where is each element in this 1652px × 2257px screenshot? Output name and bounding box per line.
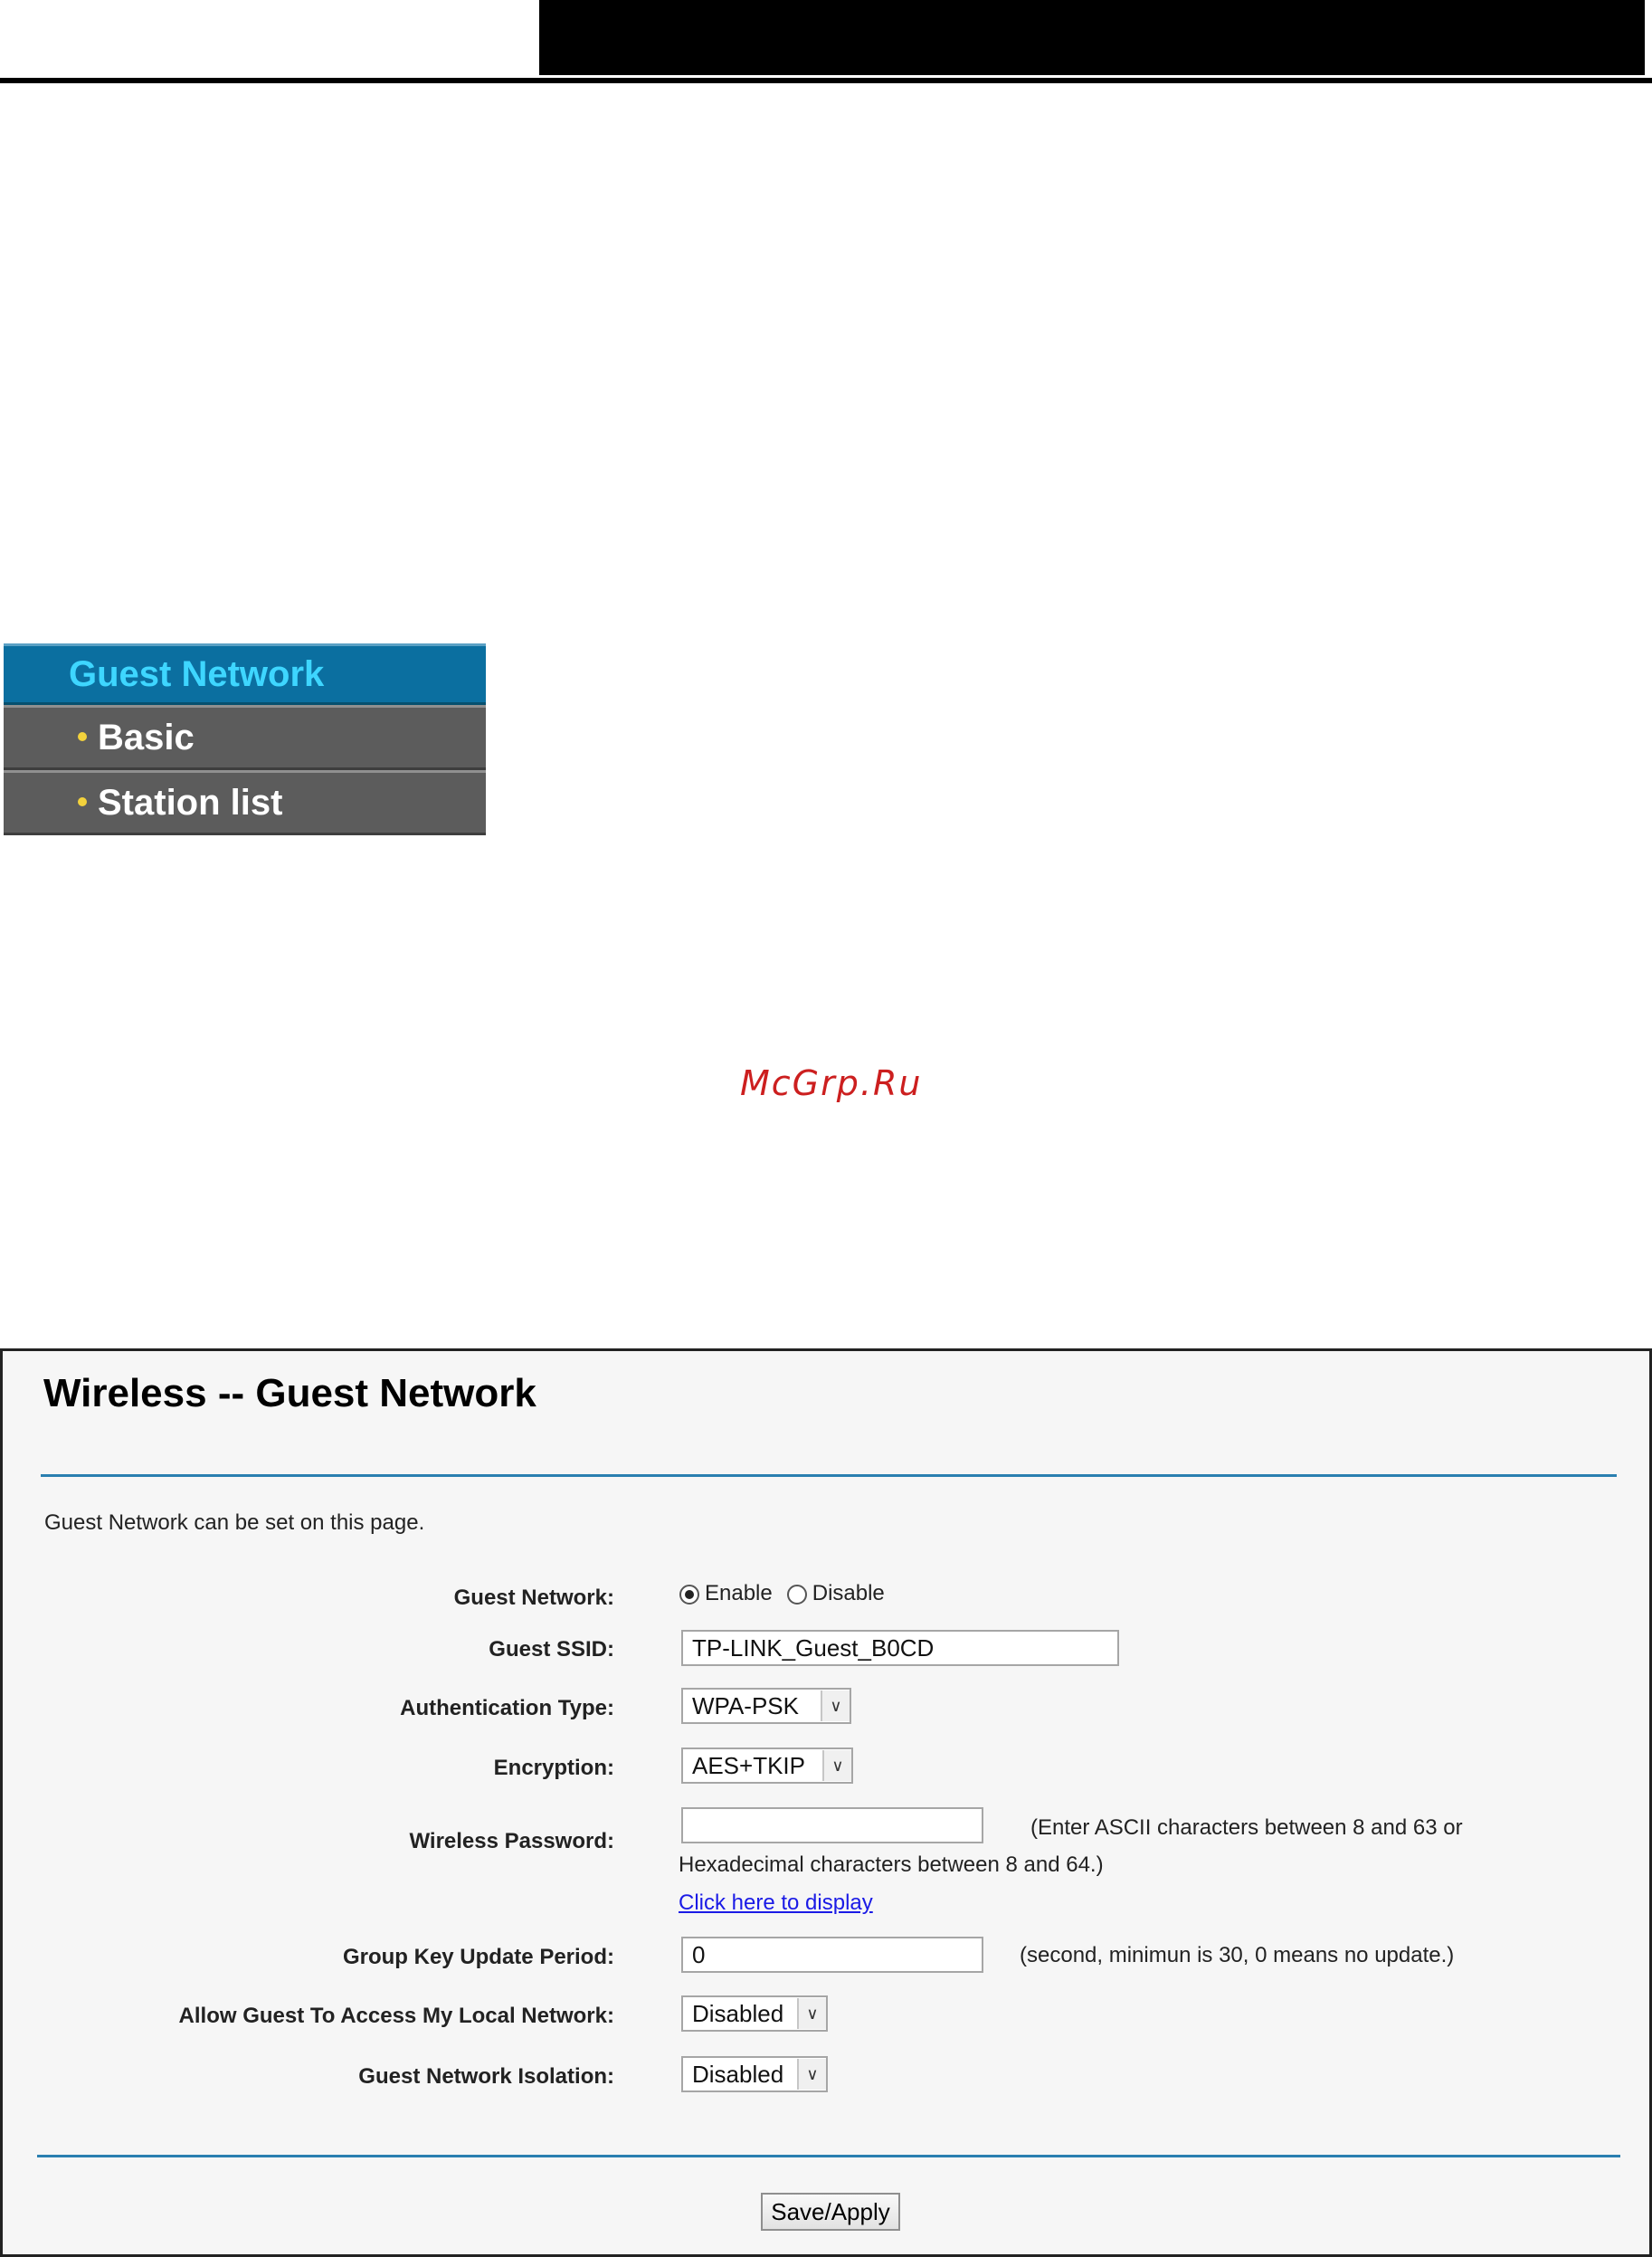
chevron-down-icon[interactable]: ∨: [797, 1998, 826, 2029]
password-hint-line1: (Enter ASCII characters between 8 and 63…: [1030, 1815, 1463, 1840]
divider-bottom: [37, 2155, 1620, 2157]
auth-type-select[interactable]: WPA-PSK ∨: [681, 1688, 851, 1724]
group-key-hint: (second, minimun is 30, 0 means no updat…: [1020, 1943, 1455, 1967]
menu-header-guest-network[interactable]: Guest Network: [4, 643, 486, 705]
guest-network-panel: Wireless -- Guest Network Guest Network …: [0, 1348, 1652, 2257]
group-key-label: Group Key Update Period:: [342, 1945, 614, 1969]
page-title: Wireless -- Guest Network: [43, 1371, 536, 1415]
chevron-down-icon[interactable]: ∨: [797, 2059, 826, 2090]
isolation-label: Guest Network Isolation:: [358, 2064, 614, 2089]
encryption-value: AES+TKIP: [692, 1752, 805, 1779]
auth-type-label: Authentication Type:: [400, 1696, 614, 1720]
chevron-down-icon[interactable]: ∨: [822, 1750, 851, 1781]
guest-ssid-input[interactable]: TP-LINK_Guest_B0CD: [681, 1630, 1119, 1666]
wireless-password-label: Wireless Password:: [409, 1829, 614, 1853]
header-bar: [539, 0, 1645, 75]
allow-guest-label: Allow Guest To Access My Local Network:: [178, 2004, 614, 2028]
menu-item-label: Station list: [98, 783, 283, 823]
bullet-icon: [78, 797, 87, 806]
auth-type-value: WPA-PSK: [692, 1692, 799, 1719]
guest-network-radio-group: Enable Disable: [679, 1581, 899, 1606]
guest-network-menu: Guest Network Basic Station list: [4, 643, 486, 835]
disable-radio-label: Disable: [812, 1581, 885, 1605]
guest-network-label: Guest Network:: [453, 1586, 614, 1610]
guest-ssid-label: Guest SSID:: [489, 1637, 614, 1662]
menu-item-label: Basic: [98, 718, 195, 757]
allow-guest-select[interactable]: Disabled ∨: [681, 1995, 828, 2032]
menu-header-label: Guest Network: [69, 654, 325, 694]
isolation-value: Disabled: [692, 2061, 784, 2088]
bullet-icon: [78, 732, 87, 741]
enable-radio[interactable]: [679, 1585, 699, 1605]
menu-item-basic[interactable]: Basic: [4, 705, 486, 770]
header-rule: [0, 78, 1652, 83]
save-apply-button[interactable]: Save/Apply: [761, 2193, 900, 2231]
encryption-label: Encryption:: [493, 1756, 614, 1780]
isolation-select[interactable]: Disabled ∨: [681, 2056, 828, 2092]
watermark: McGrp.Ru: [740, 1063, 923, 1103]
page-description: Guest Network can be set on this page.: [44, 1510, 425, 1535]
menu-item-station-list[interactable]: Station list: [4, 770, 486, 835]
encryption-select[interactable]: AES+TKIP ∨: [681, 1748, 853, 1784]
wireless-password-input[interactable]: [681, 1807, 983, 1843]
allow-guest-value: Disabled: [692, 2000, 784, 2027]
chevron-down-icon[interactable]: ∨: [821, 1690, 850, 1721]
group-key-input[interactable]: 0: [681, 1937, 983, 1973]
show-password-link[interactable]: Click here to display: [679, 1890, 873, 1916]
enable-radio-label: Enable: [705, 1581, 773, 1605]
divider-top: [41, 1474, 1617, 1477]
disable-radio[interactable]: [786, 1585, 807, 1605]
password-hint-line2: Hexadecimal characters between 8 and 64.…: [679, 1852, 1104, 1877]
